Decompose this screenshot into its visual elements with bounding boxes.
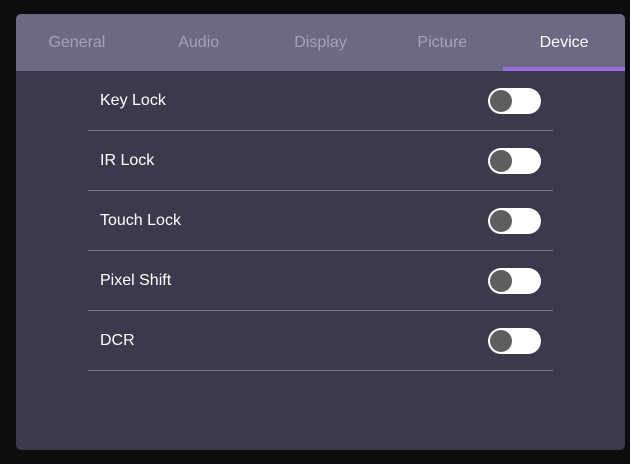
tab-label: Audio — [178, 33, 220, 51]
dcr-toggle[interactable] — [488, 328, 541, 354]
setting-row-dcr[interactable]: DCR — [88, 311, 553, 371]
toggle-knob — [490, 330, 512, 352]
device-settings-window: General Audio Display Picture Device Key… — [16, 14, 625, 450]
tab-label: Picture — [417, 33, 468, 51]
tab-picture[interactable]: Picture — [381, 14, 503, 71]
toggle-knob — [490, 210, 512, 232]
setting-label: IR Lock — [100, 151, 155, 169]
setting-label: DCR — [100, 331, 135, 349]
touch-lock-toggle[interactable] — [488, 208, 541, 234]
setting-row-key-lock[interactable]: Key Lock — [88, 71, 553, 131]
tab-general[interactable]: General — [16, 14, 138, 71]
device-settings-list: Key Lock IR Lock Touch Lock Pixel Shift … — [88, 71, 553, 371]
toggle-knob — [490, 90, 512, 112]
setting-label: Key Lock — [100, 91, 166, 109]
tab-label: Device — [539, 33, 589, 51]
setting-row-ir-lock[interactable]: IR Lock — [88, 131, 553, 191]
toggle-knob — [490, 150, 512, 172]
tab-label: Display — [294, 33, 347, 51]
key-lock-toggle[interactable] — [488, 88, 541, 114]
tab-display[interactable]: Display — [260, 14, 382, 71]
tab-bar: General Audio Display Picture Device — [16, 14, 625, 71]
toggle-knob — [490, 270, 512, 292]
setting-label: Pixel Shift — [100, 271, 172, 289]
tab-audio[interactable]: Audio — [138, 14, 260, 71]
setting-label: Touch Lock — [100, 211, 181, 229]
setting-row-pixel-shift[interactable]: Pixel Shift — [88, 251, 553, 311]
tab-label: General — [48, 33, 106, 51]
setting-row-touch-lock[interactable]: Touch Lock — [88, 191, 553, 251]
pixel-shift-toggle[interactable] — [488, 268, 541, 294]
ir-lock-toggle[interactable] — [488, 148, 541, 174]
tab-device[interactable]: Device — [503, 14, 625, 71]
